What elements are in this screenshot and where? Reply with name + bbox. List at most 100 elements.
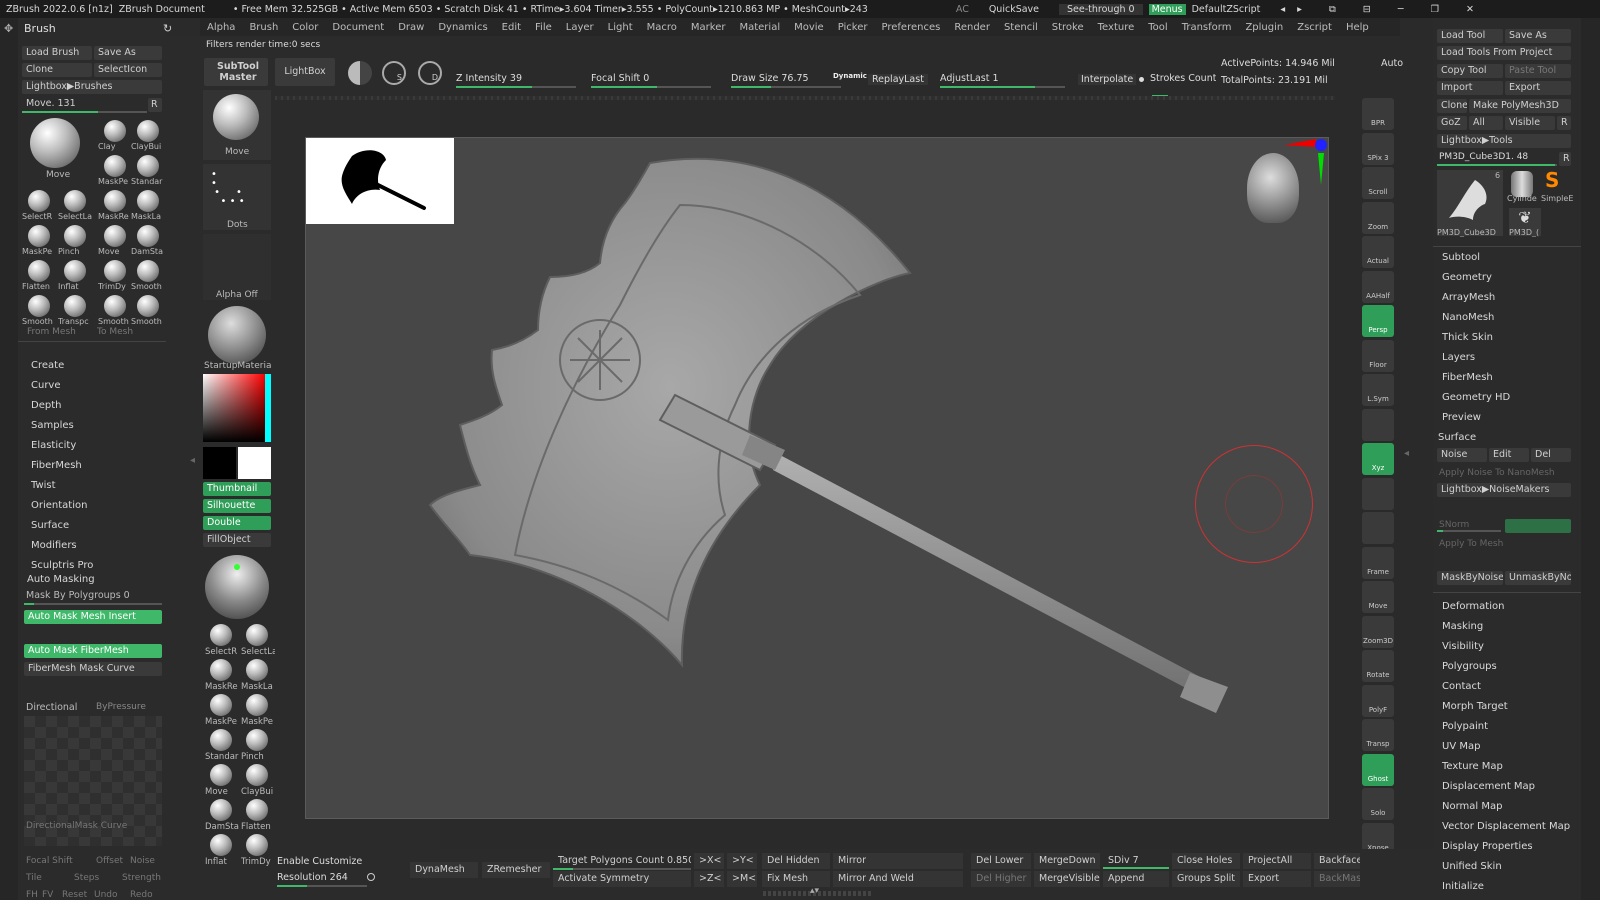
brush-thumbnail[interactable] [28, 190, 50, 212]
copy-tool-button[interactable]: Copy Tool [1437, 64, 1503, 78]
menu-item[interactable]: Light [608, 22, 633, 33]
tool-section-header[interactable]: Polypaint [1442, 721, 1488, 732]
zremesher-button[interactable]: ZRemesher [482, 862, 550, 878]
y-symmetry-button[interactable]: >Y< [727, 853, 757, 869]
apply-noise-nanomesh-button[interactable]: Apply Noise To NanoMesh [1439, 468, 1555, 478]
brush-option-label[interactable]: Redo [130, 890, 153, 900]
noise-edit-button[interactable]: Edit [1489, 448, 1529, 462]
view-tool-button[interactable]: Scroll [1362, 167, 1394, 199]
brush-section-header[interactable]: Elasticity [31, 440, 76, 451]
simple-brush-icon[interactable]: S [1545, 168, 1559, 192]
backface-mask-button[interactable]: BackfaceM [1314, 853, 1360, 869]
brush-thumbnail[interactable] [28, 260, 50, 282]
view-tool-button[interactable]: L.Sym [1362, 374, 1394, 406]
brush-thumbnail[interactable] [137, 155, 159, 177]
view-tool-button[interactable]: Zoom3D [1362, 615, 1394, 648]
brush-option-label[interactable]: Focal Shift [26, 856, 73, 866]
tool-section-header[interactable]: NanoMesh [1442, 312, 1494, 323]
view-tool-button[interactable]: PolyF [1362, 684, 1394, 717]
del-higher-button[interactable]: Del Higher [971, 871, 1031, 887]
brush-thumbnail[interactable] [104, 155, 126, 177]
tool-section-header[interactable]: Deformation [1442, 601, 1504, 612]
window-controls[interactable]: ◂▸ ⧉ ⊟ ─ ❐ ✕ [1280, 4, 1486, 15]
move-tray-icon[interactable]: ✥ [4, 22, 13, 35]
brush-section-header[interactable]: Auto Masking [27, 574, 95, 585]
brush-option-label[interactable]: Reset [62, 890, 87, 900]
menu-item[interactable]: Picker [838, 22, 868, 33]
goz-visible-button[interactable]: Visible [1505, 116, 1555, 130]
menu-item[interactable]: Material [739, 22, 780, 33]
shelf-brush-thumbnail[interactable] [210, 624, 232, 646]
menu-item[interactable]: Marker [691, 22, 726, 33]
clone-button[interactable]: Clone [22, 63, 92, 77]
brush-option-label[interactable]: Steps [74, 873, 99, 883]
interpolate-toggle[interactable]: Interpolate [1078, 74, 1137, 85]
view-tool-button[interactable]: SPix 3 [1362, 132, 1394, 165]
menu-item[interactable]: Preferences [882, 22, 941, 33]
save-as-button[interactable]: Save As [94, 46, 162, 60]
tool-section-header[interactable]: Thick Skin [1442, 332, 1493, 343]
noise-del-button[interactable]: Del [1531, 448, 1571, 462]
noise-button[interactable]: Noise [1437, 448, 1487, 462]
thumbnail-button[interactable]: Thumbnail [203, 482, 271, 496]
tool-section-header[interactable]: Geometry [1442, 272, 1492, 283]
auto-mask-fibermesh-button[interactable]: Auto Mask FiberMesh [24, 644, 162, 658]
activate-symmetry-button[interactable]: Activate Symmetry [553, 871, 691, 887]
color-picker[interactable] [203, 374, 271, 442]
brush-option-label[interactable]: Noise [130, 856, 155, 866]
z-symmetry-button[interactable]: >Z< [694, 871, 724, 887]
tool-section-header[interactable]: Layers [1442, 352, 1475, 363]
paste-tool-button[interactable]: Paste Tool [1505, 64, 1571, 78]
shelf-move-brush[interactable] [213, 94, 259, 140]
menus-toggle[interactable]: Menus [1148, 3, 1186, 15]
view-tool-button[interactable]: Move [1362, 581, 1394, 613]
brush-thumbnail[interactable] [137, 225, 159, 247]
menu-item[interactable]: Stencil [1004, 22, 1038, 33]
menu-item[interactable]: Dynamics [438, 22, 487, 33]
brush-option-label[interactable]: Undo [94, 890, 118, 900]
menu-item[interactable]: Movie [794, 22, 824, 33]
menu-item[interactable]: Render [954, 22, 990, 33]
view-tool-button[interactable] [1362, 408, 1394, 441]
resolution-slider[interactable]: Resolution 264 [277, 872, 348, 883]
tool-section-header[interactable]: Surface [1438, 432, 1476, 443]
menu-item[interactable]: Layer [566, 22, 594, 33]
bottom-tray-arrow-icon[interactable]: ▴▾ [810, 886, 819, 896]
tool-section-header[interactable]: Vector Displacement Map [1442, 821, 1570, 832]
view-tool-button[interactable]: Zoom [1362, 201, 1394, 234]
export-button[interactable]: Export [1505, 81, 1571, 95]
brush-section-header[interactable]: Twist [31, 480, 56, 491]
view-tool-button[interactable]: Frame [1362, 546, 1394, 579]
m-symmetry-button[interactable]: >M< [727, 871, 757, 887]
left-tray-handle[interactable] [0, 18, 18, 900]
close-holes-button[interactable]: Close Holes [1172, 853, 1240, 869]
brush-option-label[interactable]: FV [42, 890, 53, 900]
menu-item[interactable]: Brush [249, 22, 278, 33]
lightbox-brushes-button[interactable]: Lightbox▶Brushes [22, 80, 162, 94]
del-hidden-button[interactable]: Del Hidden [762, 853, 830, 869]
menu-item[interactable]: Texture [1098, 22, 1135, 33]
brush-thumbnail[interactable] [28, 295, 50, 317]
menu-item[interactable]: Macro [647, 22, 677, 33]
shelf-brush-thumbnail[interactable] [210, 764, 232, 786]
shelf-brush-thumbnail[interactable] [246, 694, 268, 716]
shelf-brush-thumbnail[interactable] [246, 729, 268, 751]
tool-section-header[interactable]: UV Map [1442, 741, 1480, 752]
merge-visible-button[interactable]: MergeVisible [1034, 871, 1100, 887]
brush-thumbnail[interactable] [104, 295, 126, 317]
select-icon-button[interactable]: SelectIcon [94, 63, 162, 77]
tool-section-header[interactable]: Initialize [1442, 881, 1484, 892]
dynamic-label[interactable]: Dynamic [833, 72, 867, 80]
brush-thumbnail[interactable] [137, 295, 159, 317]
goz-button[interactable]: GoZ [1437, 116, 1467, 130]
shelf-brush-thumbnail[interactable] [246, 624, 268, 646]
tool-section-header[interactable]: Unified Skin [1442, 861, 1502, 872]
tool-section-header[interactable]: Visibility [1442, 641, 1484, 652]
mirror-and-weld-button[interactable]: Mirror And Weld [833, 871, 963, 887]
tool-section-header[interactable]: Texture Map [1442, 761, 1503, 772]
focal-shift-slider[interactable]: Focal Shift 0 [591, 73, 649, 84]
tool-section-header[interactable]: FiberMesh [1442, 372, 1493, 383]
shelf-brush-thumbnail[interactable] [210, 834, 232, 856]
auto-label[interactable]: Auto [1381, 58, 1403, 69]
view-tool-button[interactable]: BPR [1362, 98, 1394, 130]
